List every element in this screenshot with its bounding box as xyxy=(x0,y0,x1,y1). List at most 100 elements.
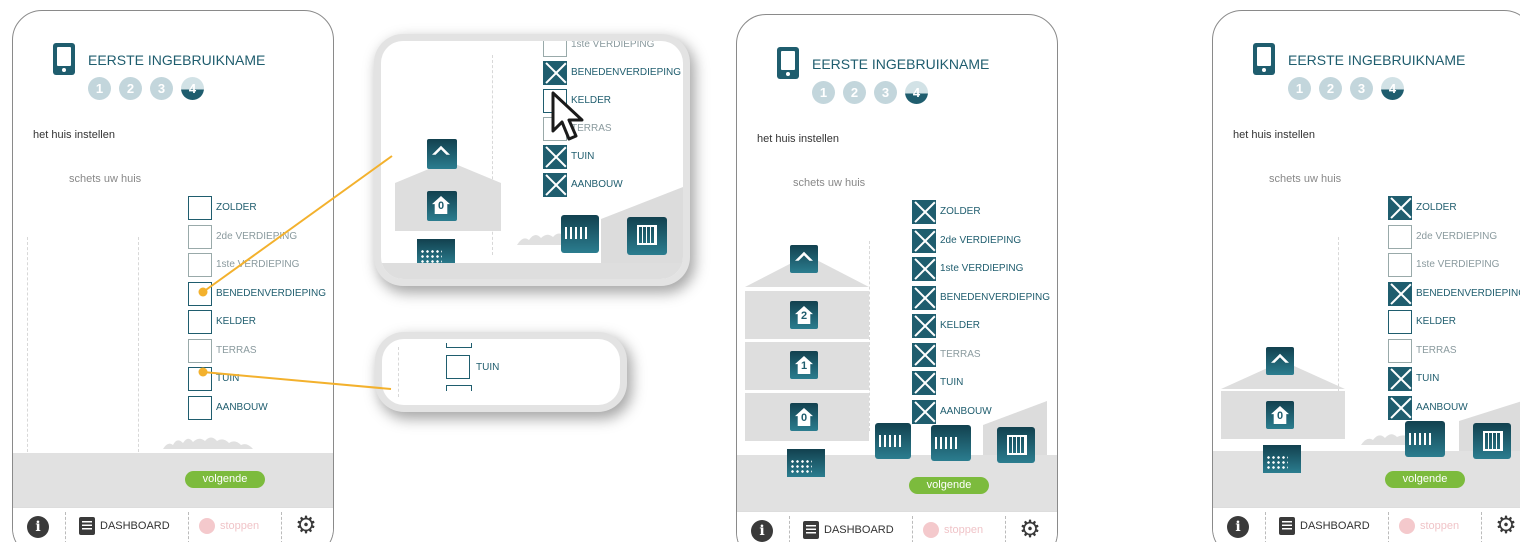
floor-0-icon[interactable]: 0 xyxy=(427,191,457,221)
step-1[interactable]: 1 xyxy=(812,81,835,104)
checkbox-checked[interactable] xyxy=(912,371,936,395)
floor-label: 1ste VERDIEPING xyxy=(571,41,655,50)
floor-2-icon[interactable]: 2 xyxy=(790,301,818,329)
checkbox[interactable] xyxy=(188,253,212,277)
roof-icon[interactable] xyxy=(790,245,818,273)
checkbox-checked[interactable] xyxy=(912,314,936,338)
checkbox-checked[interactable] xyxy=(912,228,936,253)
divider xyxy=(281,512,282,542)
phone-screen-all-floors: EERSTE INGEBRUIKNAME 1 2 3 4 het huis in… xyxy=(736,14,1058,542)
checkbox-checked[interactable] xyxy=(1388,196,1412,220)
floor-label: 1ste VERDIEPING xyxy=(216,259,300,270)
dashboard-label[interactable]: DASHBOARD xyxy=(100,520,170,532)
bottom-bar: i DASHBOARD stoppen ⚙ xyxy=(737,511,1057,542)
stop-label[interactable]: stoppen xyxy=(220,520,259,532)
stop-label[interactable]: stoppen xyxy=(1420,520,1459,532)
checkbox[interactable] xyxy=(188,310,212,334)
floor-label: BENEDENVERDIEPING xyxy=(940,291,1051,303)
floor-0-icon[interactable]: 0 xyxy=(1266,401,1294,429)
step-4[interactable]: 4 xyxy=(905,81,928,104)
step-4[interactable]: 4 xyxy=(181,77,204,100)
stop-icon[interactable] xyxy=(1399,518,1415,534)
floor-label: AANBOUW xyxy=(571,179,623,190)
garden-icon[interactable] xyxy=(931,425,971,461)
dashboard-icon[interactable] xyxy=(1279,517,1295,535)
roof-icon[interactable] xyxy=(1266,347,1294,375)
dashboard-label[interactable]: DASHBOARD xyxy=(824,524,894,536)
checkbox[interactable] xyxy=(188,281,212,306)
stop-icon[interactable] xyxy=(923,522,939,538)
basement-icon[interactable] xyxy=(417,239,455,265)
basement-icon[interactable] xyxy=(787,449,825,477)
floor-0-icon[interactable]: 0 xyxy=(790,403,818,431)
checkbox-checked[interactable] xyxy=(912,257,936,281)
checkbox-checked[interactable] xyxy=(543,173,567,197)
checkbox-checked[interactable] xyxy=(1388,281,1412,306)
step-3[interactable]: 3 xyxy=(874,81,897,104)
checkbox-checked[interactable] xyxy=(1388,367,1412,391)
gear-icon[interactable]: ⚙ xyxy=(294,514,318,538)
next-button[interactable]: volgende xyxy=(1385,471,1465,488)
checkbox[interactable] xyxy=(1388,224,1412,249)
checkbox-checked[interactable] xyxy=(543,61,567,85)
stop-icon[interactable] xyxy=(199,518,215,534)
step-2[interactable]: 2 xyxy=(843,81,866,104)
extension-icon[interactable] xyxy=(1473,423,1511,459)
gear-icon[interactable]: ⚙ xyxy=(1494,514,1518,538)
floor-label: TUIN xyxy=(940,377,964,388)
basement-icon[interactable] xyxy=(1263,445,1301,473)
tuin-checkbox[interactable] xyxy=(446,355,470,379)
checkbox[interactable] xyxy=(188,338,212,363)
checkbox-checked[interactable] xyxy=(912,342,936,367)
checkbox-checked[interactable] xyxy=(912,399,936,424)
step-2[interactable]: 2 xyxy=(119,77,142,100)
next-button[interactable]: volgende xyxy=(909,477,989,494)
checkbox-checked[interactable] xyxy=(1388,395,1412,420)
floor-label: KELDER xyxy=(940,320,981,331)
dashboard-label[interactable]: DASHBOARD xyxy=(1300,520,1370,532)
floor-label: AANBOUW xyxy=(940,405,992,417)
checkbox[interactable] xyxy=(188,395,212,420)
checkbox[interactable] xyxy=(188,196,212,220)
next-button[interactable]: volgende xyxy=(185,471,265,488)
extension-icon[interactable] xyxy=(997,427,1035,463)
divider xyxy=(27,237,28,457)
info-icon[interactable]: i xyxy=(751,520,773,542)
floor-label: TUIN xyxy=(216,373,240,384)
garden-icon[interactable] xyxy=(561,215,599,253)
floor-label: TERRAS xyxy=(940,348,981,360)
checkbox[interactable] xyxy=(1388,253,1412,277)
step-3[interactable]: 3 xyxy=(150,77,173,100)
checkbox[interactable] xyxy=(188,367,212,391)
checkbox[interactable] xyxy=(543,41,567,57)
stop-label[interactable]: stoppen xyxy=(944,524,983,536)
gear-icon[interactable]: ⚙ xyxy=(1018,518,1042,542)
floor-label: ZOLDER xyxy=(216,202,257,213)
floor-label: AANBOUW xyxy=(1416,401,1468,413)
checkbox-checked[interactable] xyxy=(912,285,936,310)
floor-label: AANBOUW xyxy=(216,401,268,413)
garden-icon[interactable] xyxy=(1405,421,1445,457)
step-2[interactable]: 2 xyxy=(1319,77,1342,100)
checkbox[interactable] xyxy=(1388,310,1412,334)
dashboard-icon[interactable] xyxy=(79,517,95,535)
floor-label: 1ste VERDIEPING xyxy=(940,263,1024,274)
checkbox-checked[interactable] xyxy=(912,200,936,224)
checkbox-checked[interactable] xyxy=(543,145,567,169)
extension-icon[interactable] xyxy=(627,217,667,255)
info-icon[interactable]: i xyxy=(27,516,49,538)
floor-1-icon[interactable]: 1 xyxy=(790,351,818,379)
step-1[interactable]: 1 xyxy=(88,77,111,100)
roof-icon[interactable] xyxy=(427,139,457,169)
dashboard-icon[interactable] xyxy=(803,521,819,539)
floor-label: KELDER xyxy=(216,316,257,327)
info-icon[interactable]: i xyxy=(1227,516,1249,538)
step-3[interactable]: 3 xyxy=(1350,77,1373,100)
checkbox[interactable] xyxy=(188,224,212,249)
divider xyxy=(1481,512,1482,542)
floor-label: TERRAS xyxy=(1416,344,1457,356)
terrace-icon[interactable] xyxy=(875,423,911,459)
step-1[interactable]: 1 xyxy=(1288,77,1311,100)
step-4[interactable]: 4 xyxy=(1381,77,1404,100)
checkbox[interactable] xyxy=(1388,338,1412,363)
